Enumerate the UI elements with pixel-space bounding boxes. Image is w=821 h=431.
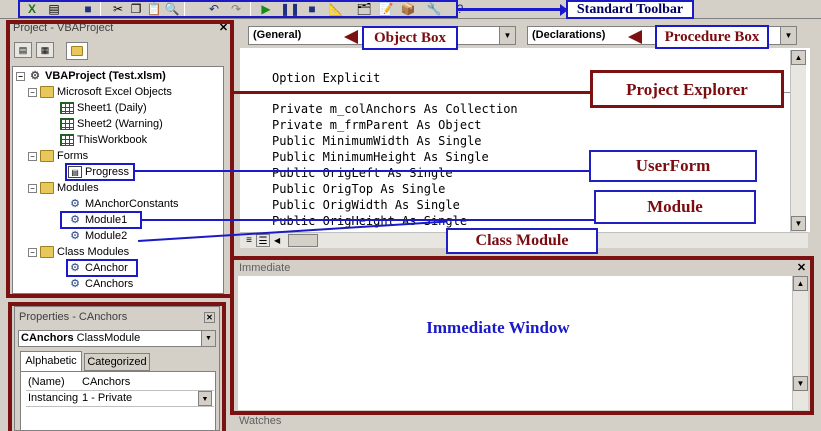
standard-toolbar: X ▤ ■ ✂ ❐ 📋 🔍 ↶ ↷ ▶ ❚❚ ■ 📐 🗂 📝 📦 🔧 ?	[0, 0, 821, 19]
worksheet-icon	[60, 118, 74, 130]
annotation-object-box: Object Box	[362, 26, 458, 50]
annotation-procedure-box: Procedure Box	[655, 25, 769, 49]
canchor-highlight	[66, 259, 138, 277]
code-line[interactable]: Public MinimumWidth As Single	[272, 133, 482, 149]
tree-item-canchors[interactable]: ⚙ CAnchors	[68, 276, 133, 292]
folder-icon	[40, 86, 54, 98]
code-line[interactable]: Public MinimumHeight As Single	[272, 149, 489, 165]
object-selector[interactable]: CAnchors ClassModule ▼	[18, 330, 216, 347]
properties-close-icon[interactable]: ✕	[204, 312, 215, 323]
tree-folder-forms[interactable]: − Forms	[28, 148, 88, 164]
tree-item-thisworkbook[interactable]: ThisWorkbook	[60, 132, 147, 148]
property-row-instancing[interactable]: Instancing 1 - Private ▼	[26, 391, 214, 407]
folder-icon	[40, 150, 54, 162]
code-line[interactable]: Public OrigWidth As Single	[272, 197, 460, 213]
procedure-view-icon[interactable]: ≡	[242, 234, 256, 247]
tree-item-sheet1[interactable]: Sheet1 (Daily)	[60, 100, 147, 116]
annotation-standard-toolbar: Standard Toolbar	[566, 0, 694, 19]
watches-title: Watches	[239, 415, 282, 427]
progress-highlight	[65, 163, 135, 181]
tree-item-module2[interactable]: ⚙ Module2	[68, 228, 127, 244]
folder-icon	[40, 246, 54, 258]
scroll-down-icon: ▼	[791, 216, 806, 231]
scroll-thumb[interactable]	[288, 234, 318, 247]
worksheet-icon	[60, 102, 74, 114]
property-row-name[interactable]: (Name) CAnchors	[26, 375, 214, 391]
chevron-down-icon: ▼	[780, 27, 796, 44]
scroll-up-icon: ▲	[791, 50, 806, 65]
annotation-module: Module	[594, 190, 756, 224]
code-line[interactable]: Private m_colAnchors As Collection	[272, 101, 518, 117]
workbook-icon	[60, 134, 74, 146]
folder-icon	[40, 182, 54, 194]
scroll-left-icon[interactable]: ◀	[274, 234, 286, 247]
tree-item-manchorconstants[interactable]: ⚙ MAnchorConstants	[68, 196, 178, 212]
tab-alphabetic[interactable]: Alphabetic	[20, 351, 82, 371]
chevron-down-icon: ▼	[499, 27, 515, 44]
full-module-view-icon[interactable]: ☰	[256, 234, 270, 247]
code-line[interactable]: Public OrigLeft As Single	[272, 165, 453, 181]
chevron-down-icon: ▼	[198, 391, 212, 406]
tree-folder-class-modules[interactable]: − Class Modules	[28, 244, 129, 260]
module1-highlight	[60, 211, 142, 229]
code-line[interactable]: Private m_frmParent As Object	[272, 117, 482, 133]
tab-categorized[interactable]: Categorized	[84, 353, 150, 371]
chevron-down-icon: ▼	[201, 331, 215, 346]
toolbar-highlight	[18, 0, 458, 18]
tree-folder-modules[interactable]: − Modules	[28, 180, 99, 196]
module-icon: ⚙	[70, 198, 80, 210]
tree-folder-excel-objects[interactable]: − Microsoft Excel Objects	[28, 84, 172, 100]
code-line[interactable]: Public OrigTop As Single	[272, 181, 445, 197]
code-line[interactable]: Option Explicit	[272, 70, 380, 86]
code-vertical-scrollbar[interactable]: ▲ ▼	[790, 50, 806, 232]
class-module-icon: ⚙	[70, 278, 80, 290]
module-icon: ⚙	[70, 230, 80, 242]
tree-item-sheet2[interactable]: Sheet2 (Warning)	[60, 116, 163, 132]
annotation-userform: UserForm	[589, 150, 757, 182]
annotation-class-module: Class Module	[446, 228, 598, 254]
tree-item-root[interactable]: − ⚙ VBAProject (Test.xlsm)	[16, 68, 166, 84]
annotation-project-explorer: Project Explorer	[590, 70, 784, 108]
properties-title: Properties - CAnchors	[19, 311, 128, 323]
toolbar-arrow	[458, 8, 566, 11]
immediate-highlight	[230, 256, 814, 415]
